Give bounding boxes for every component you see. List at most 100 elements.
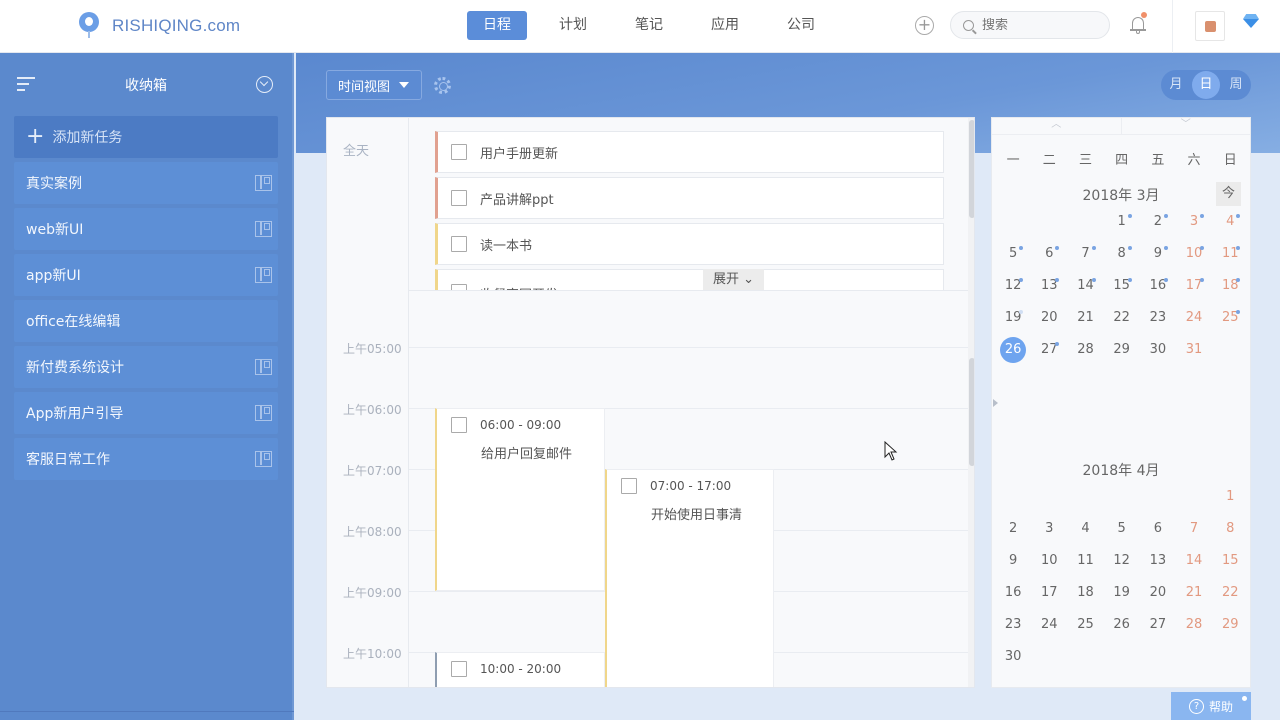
search-box[interactable] [950, 11, 1110, 39]
calendar-day[interactable]: 15 [1104, 270, 1140, 302]
calendar-day[interactable]: 23 [995, 609, 1031, 641]
sidebar-item[interactable]: 真实案例 [14, 162, 278, 204]
calendar-day[interactable]: 9 [995, 545, 1031, 577]
logo[interactable]: RISHIQING.com [78, 12, 240, 40]
scrollbar[interactable] [968, 118, 974, 687]
allday-task[interactable]: 收餐官网开发 [435, 269, 944, 290]
event-checkbox[interactable] [621, 478, 637, 494]
chevron-up-icon[interactable]: ︿ [992, 118, 1122, 134]
calendar-day[interactable]: 17 [1031, 577, 1067, 609]
allday-task[interactable]: 读一本书 [435, 223, 944, 265]
mode-month[interactable]: 月 [1162, 71, 1190, 99]
calendar-day[interactable]: 30 [1140, 334, 1176, 366]
sidebar-item[interactable]: app新UI [14, 254, 278, 296]
calendar-day[interactable]: 26 [1104, 609, 1140, 641]
calendar-day[interactable]: 13 [1031, 270, 1067, 302]
calendar-day[interactable]: 22 [1104, 302, 1140, 334]
calendar-day[interactable]: 5 [995, 238, 1031, 270]
chevron-down-icon[interactable]: ﹀ [1122, 118, 1251, 134]
calendar-day[interactable]: 7 [1176, 513, 1212, 545]
view-select[interactable]: 时间视图 [326, 70, 422, 100]
event-card[interactable]: 07:00 - 17:00 开始使用日事清 [605, 469, 774, 687]
event-checkbox[interactable] [451, 417, 467, 433]
calendar-day[interactable]: 10 [1031, 545, 1067, 577]
calendar-day[interactable]: 23 [1140, 302, 1176, 334]
calendar-day[interactable]: 12 [995, 270, 1031, 302]
calendar-day[interactable]: 21 [1067, 302, 1103, 334]
calendar-day[interactable]: 24 [1031, 609, 1067, 641]
bell-icon[interactable] [1130, 12, 1147, 35]
calendar-day[interactable]: 4 [1212, 206, 1248, 238]
sidebar-item[interactable]: 客服日常工作 [14, 438, 278, 480]
calendar-day[interactable]: 1 [1104, 206, 1140, 238]
calendar-day[interactable]: 28 [1176, 609, 1212, 641]
calendar-day[interactable]: 19 [1104, 577, 1140, 609]
calendar-day[interactable]: 24 [1176, 302, 1212, 334]
calendar-day[interactable]: 14 [1067, 270, 1103, 302]
sidebar-item[interactable]: App新用户引导 [14, 392, 278, 434]
calendar-day[interactable]: 6 [1031, 238, 1067, 270]
calendar-day[interactable]: 12 [1104, 545, 1140, 577]
sidebar-item[interactable]: web新UI [14, 208, 278, 250]
scrollbar-thumb-allday[interactable] [969, 120, 974, 218]
chevron-down-circle-icon[interactable] [256, 76, 273, 93]
calendar-day[interactable]: 2 [995, 513, 1031, 545]
calendar-day[interactable]: 8 [1212, 513, 1248, 545]
event-card[interactable]: 10:00 - 20:00 [435, 652, 605, 687]
calendar-day[interactable]: 10 [1176, 238, 1212, 270]
sidebar-item[interactable]: 新付费系统设计 [14, 346, 278, 388]
calendar-day[interactable]: 6 [1140, 513, 1176, 545]
calendar-day[interactable]: 3 [1176, 206, 1212, 238]
calendar-day[interactable]: 21 [1176, 577, 1212, 609]
allday-task[interactable]: 用户手册更新 [435, 131, 944, 173]
mode-day[interactable]: 日 [1192, 71, 1220, 99]
calendar-day[interactable]: 14 [1176, 545, 1212, 577]
help-button[interactable]: ? 帮助 [1171, 692, 1251, 720]
event-checkbox[interactable] [451, 661, 467, 677]
plus-circle-icon[interactable]: + [915, 16, 934, 35]
calendar-day[interactable]: 25 [1212, 302, 1248, 334]
calendar-day[interactable]: 3 [1031, 513, 1067, 545]
board-icon[interactable] [255, 451, 272, 467]
calendar-day[interactable]: 17 [1176, 270, 1212, 302]
board-icon[interactable] [255, 267, 272, 283]
diamond-icon[interactable] [1243, 19, 1259, 28]
calendar-day[interactable]: 16 [1140, 270, 1176, 302]
gear-icon[interactable] [434, 77, 451, 94]
calendar-day[interactable]: 1 [1212, 481, 1248, 513]
calendar-day[interactable]: 15 [1212, 545, 1248, 577]
calendar-day[interactable]: 29 [1212, 609, 1248, 641]
calendar-day[interactable]: 16 [995, 577, 1031, 609]
board-icon[interactable] [255, 221, 272, 237]
nav-company[interactable]: 公司 [771, 11, 831, 40]
nav-notes[interactable]: 笔记 [619, 11, 679, 40]
calendar-day[interactable]: 25 [1067, 609, 1103, 641]
calendar-day[interactable]: 11 [1067, 545, 1103, 577]
calendar-day[interactable]: 19 [995, 302, 1031, 334]
calendar-day-today[interactable]: 26 [995, 334, 1031, 366]
scrollbar-thumb-hours[interactable] [969, 358, 974, 466]
calendar-day[interactable]: 2 [1140, 206, 1176, 238]
avatar[interactable] [1195, 11, 1225, 41]
calendar-day[interactable]: 13 [1140, 545, 1176, 577]
calendar-day[interactable]: 7 [1067, 238, 1103, 270]
task-checkbox[interactable] [451, 190, 467, 206]
add-task-button[interactable]: + 添加新任务 [14, 116, 278, 158]
nav-apps[interactable]: 应用 [695, 11, 755, 40]
event-card[interactable]: 06:00 - 09:00 给用户回复邮件 [435, 408, 605, 591]
search-input[interactable] [982, 17, 1092, 33]
board-icon[interactable] [255, 359, 272, 375]
calendar-day[interactable]: 18 [1067, 577, 1103, 609]
task-checkbox[interactable] [451, 284, 467, 290]
calendar-day[interactable]: 31 [1176, 334, 1212, 366]
calendar-day[interactable]: 27 [1140, 609, 1176, 641]
calendar-day[interactable]: 11 [1212, 238, 1248, 270]
nav-schedule[interactable]: 日程 [467, 11, 527, 40]
task-checkbox[interactable] [451, 236, 467, 252]
board-icon[interactable] [255, 405, 272, 421]
calendar-day[interactable]: 18 [1212, 270, 1248, 302]
board-icon[interactable] [255, 175, 272, 191]
calendar-day[interactable]: 4 [1067, 513, 1103, 545]
calendar-day[interactable]: 5 [1104, 513, 1140, 545]
calendar-day[interactable]: 30 [995, 641, 1031, 673]
